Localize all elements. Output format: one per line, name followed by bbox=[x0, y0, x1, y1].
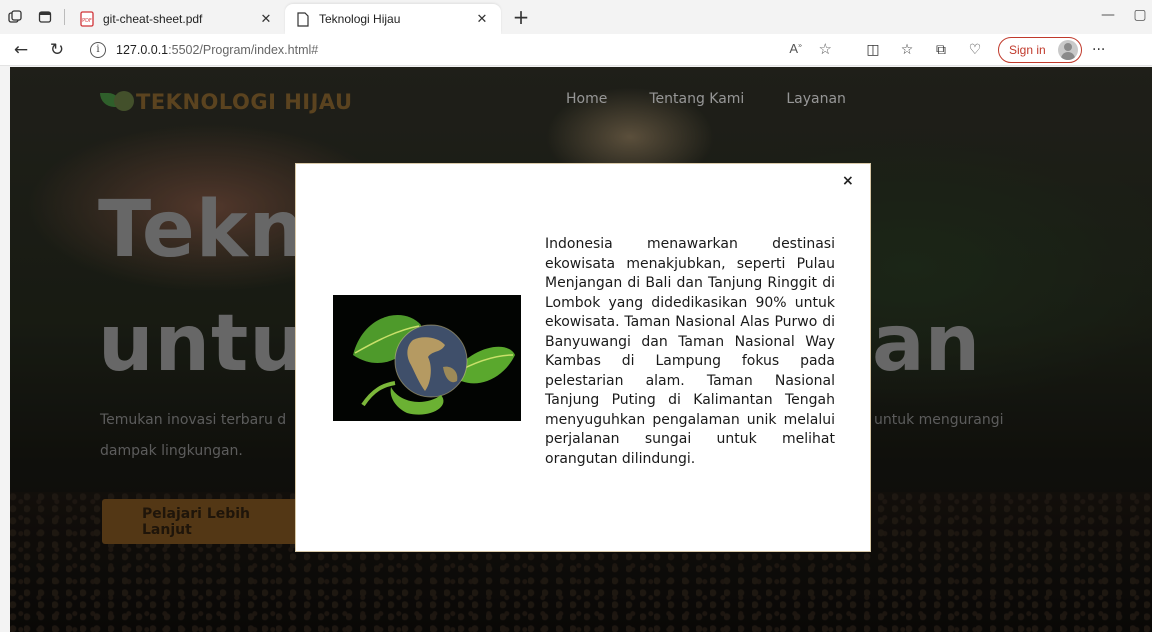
avatar-icon bbox=[1058, 39, 1078, 60]
minimize-icon[interactable]: — bbox=[1088, 7, 1128, 23]
sign-in-button[interactable]: Sign in bbox=[998, 36, 1082, 63]
window-controls: — ▢ bbox=[1088, 0, 1152, 30]
collections-icon[interactable]: ⧉ bbox=[924, 42, 958, 58]
pdf-icon: PDF bbox=[79, 11, 95, 27]
browser-tab-bar: PDF git-cheat-sheet.pdf ✕ Teknologi Hija… bbox=[0, 0, 1152, 34]
close-tab-icon[interactable]: ✕ bbox=[257, 12, 275, 27]
page-icon bbox=[295, 11, 311, 27]
restore-icon[interactable]: ▢ bbox=[1128, 7, 1152, 23]
refresh-icon[interactable]: ↻ bbox=[42, 36, 72, 64]
toolbar: ◫ ☆ ⧉ ♡ bbox=[856, 42, 992, 58]
tab-title: Teknologi Hijau bbox=[319, 12, 401, 26]
workspaces-icon[interactable] bbox=[0, 2, 30, 32]
sign-in-label: Sign in bbox=[1009, 42, 1046, 57]
new-tab-icon[interactable]: + bbox=[507, 3, 535, 31]
url-field[interactable]: i 127.0.0.1:5502/Program/index.html# A» … bbox=[82, 36, 842, 63]
info-modal: × Indonesia menawarkan destinasi ekowisa… bbox=[295, 163, 871, 552]
modal-description: Indonesia menawarkan destinasi ekowisata… bbox=[545, 236, 835, 467]
url-path: :5502/Program/index.html# bbox=[168, 42, 319, 57]
tab-title: git-cheat-sheet.pdf bbox=[103, 12, 203, 26]
earth-leaf-image bbox=[333, 295, 521, 421]
web-page: TEKNOLOGI HIJAU Home Tentang Kami Layana… bbox=[10, 67, 1152, 632]
more-options-icon[interactable]: ··· bbox=[1092, 42, 1105, 58]
favorites-icon[interactable]: ☆ bbox=[890, 42, 924, 58]
tab-teknologi-hijau[interactable]: Teknologi Hijau ✕ bbox=[285, 4, 501, 34]
browser-essentials-icon[interactable]: ♡ bbox=[958, 42, 992, 58]
back-icon[interactable]: ← bbox=[6, 36, 36, 64]
close-tab-icon[interactable]: ✕ bbox=[473, 12, 491, 27]
tab-actions-icon[interactable] bbox=[30, 2, 60, 32]
svg-text:PDF: PDF bbox=[82, 18, 92, 24]
address-bar-row: ← ↻ i 127.0.0.1:5502/Program/index.html#… bbox=[0, 34, 1152, 66]
split-screen-icon[interactable]: ◫ bbox=[856, 42, 890, 58]
site-info-icon[interactable]: i bbox=[90, 41, 106, 58]
favorite-star-icon[interactable]: ☆ bbox=[819, 40, 832, 58]
read-aloud-icon[interactable]: A» bbox=[789, 41, 802, 56]
close-modal-button[interactable]: × bbox=[842, 173, 854, 189]
tab-git-cheat-sheet[interactable]: PDF git-cheat-sheet.pdf ✕ bbox=[69, 4, 285, 34]
url-host: 127.0.0.1 bbox=[116, 42, 169, 57]
